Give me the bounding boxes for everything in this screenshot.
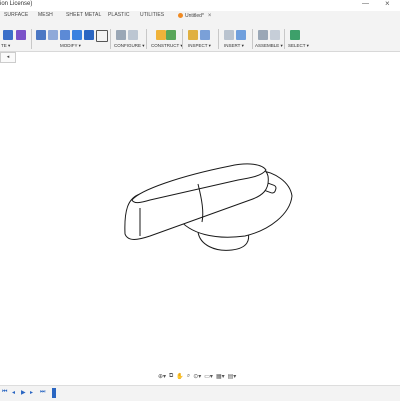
press-pull-icon[interactable] <box>36 30 46 40</box>
fillet-icon[interactable] <box>48 30 58 40</box>
grid-settings-icon[interactable]: ▦▾ <box>216 373 225 380</box>
toolbar-divider <box>218 29 219 49</box>
timeline-end-icon[interactable]: ⏭ <box>40 389 45 396</box>
timeline-start-icon[interactable]: ⏮ <box>2 389 7 396</box>
look-at-icon[interactable]: ⧉ <box>169 373 173 380</box>
timeline-play-icon[interactable]: ▶ <box>21 389 26 396</box>
configure-rule-icon[interactable] <box>128 30 138 40</box>
minimize-button[interactable]: — <box>362 0 369 7</box>
tab-surface[interactable]: SURFACE <box>4 12 28 18</box>
viewports-icon[interactable]: ▤▾ <box>228 373 237 380</box>
insert-image-icon[interactable] <box>236 30 246 40</box>
viewport-canvas[interactable] <box>0 62 400 368</box>
interference-icon[interactable] <box>200 30 210 40</box>
axis-icon[interactable] <box>166 30 176 40</box>
new-component-icon[interactable] <box>258 30 268 40</box>
tab-mesh[interactable]: MESH <box>38 12 53 18</box>
insert-menu[interactable]: INSERT ▾ <box>224 43 244 49</box>
create-form-icon[interactable] <box>16 30 26 40</box>
select-menu[interactable]: SELECT ▾ <box>288 43 309 49</box>
configure-menu[interactable]: CONFIGURE ▾ <box>114 43 145 49</box>
orbit-icon[interactable]: ⊕▾ <box>158 373 166 380</box>
toolbar-divider <box>31 29 32 49</box>
pan-icon[interactable]: ✋ <box>176 373 183 380</box>
joint-icon[interactable] <box>270 30 280 40</box>
modify-menu[interactable]: MODIFY ▾ <box>60 43 81 49</box>
timeline-marker[interactable] <box>52 388 56 398</box>
document-tab[interactable]: Untitled* × <box>178 11 211 20</box>
timeline-back-icon[interactable]: ◂ <box>12 389 15 396</box>
offset-plane-icon[interactable] <box>156 30 166 40</box>
split-icon[interactable] <box>84 30 94 40</box>
display-settings-icon[interactable]: ▭▾ <box>204 373 213 380</box>
toolbar-divider <box>146 29 147 49</box>
toolbar-divider <box>284 29 285 49</box>
assemble-menu[interactable]: ASSEMBLE ▾ <box>255 43 283 49</box>
tab-plastic[interactable]: PLASTIC <box>108 12 130 18</box>
chamfer-icon[interactable] <box>60 30 70 40</box>
zoom-icon[interactable]: ⌕ <box>187 373 190 380</box>
create-sketch-icon[interactable] <box>3 30 13 40</box>
app-title: ion License) <box>0 1 33 7</box>
navigation-bar: ⊕▾ ⧉ ✋ ⌕ ⊙▾ ▭▾ ▦▾ ▤▾ <box>158 371 242 381</box>
shell-icon[interactable] <box>72 30 82 40</box>
measure-icon[interactable] <box>188 30 198 40</box>
move-icon[interactable] <box>96 30 108 42</box>
timeline-forward-icon[interactable]: ▸ <box>30 389 33 396</box>
document-close-icon[interactable]: × <box>208 13 212 19</box>
tab-sheet-metal[interactable]: SHEET METAL <box>66 12 101 18</box>
toolbar-divider <box>252 29 253 49</box>
document-name: Untitled* <box>185 12 204 19</box>
toolbar-divider <box>110 29 111 49</box>
insert-derive-icon[interactable] <box>224 30 234 40</box>
document-icon <box>178 13 183 18</box>
toolbar-divider <box>182 29 183 49</box>
select-icon[interactable] <box>290 30 300 40</box>
configure-table-icon[interactable] <box>116 30 126 40</box>
close-window-button[interactable]: × <box>385 0 390 8</box>
toolbar: TE ▾ MODIFY ▾ CONFIGURE ▾ CONSTRUCT ▾ IN… <box>0 21 400 52</box>
create-menu[interactable]: TE ▾ <box>1 43 10 49</box>
inspect-menu[interactable]: INSPECT ▾ <box>188 43 211 49</box>
fit-icon[interactable]: ⊙▾ <box>193 373 201 380</box>
tab-utilities[interactable]: UTILITIES <box>140 12 164 18</box>
timeline: ⏮ ◂ ▶ ▸ ⏭ <box>0 385 400 401</box>
construct-menu[interactable]: CONSTRUCT ▾ <box>151 43 183 49</box>
